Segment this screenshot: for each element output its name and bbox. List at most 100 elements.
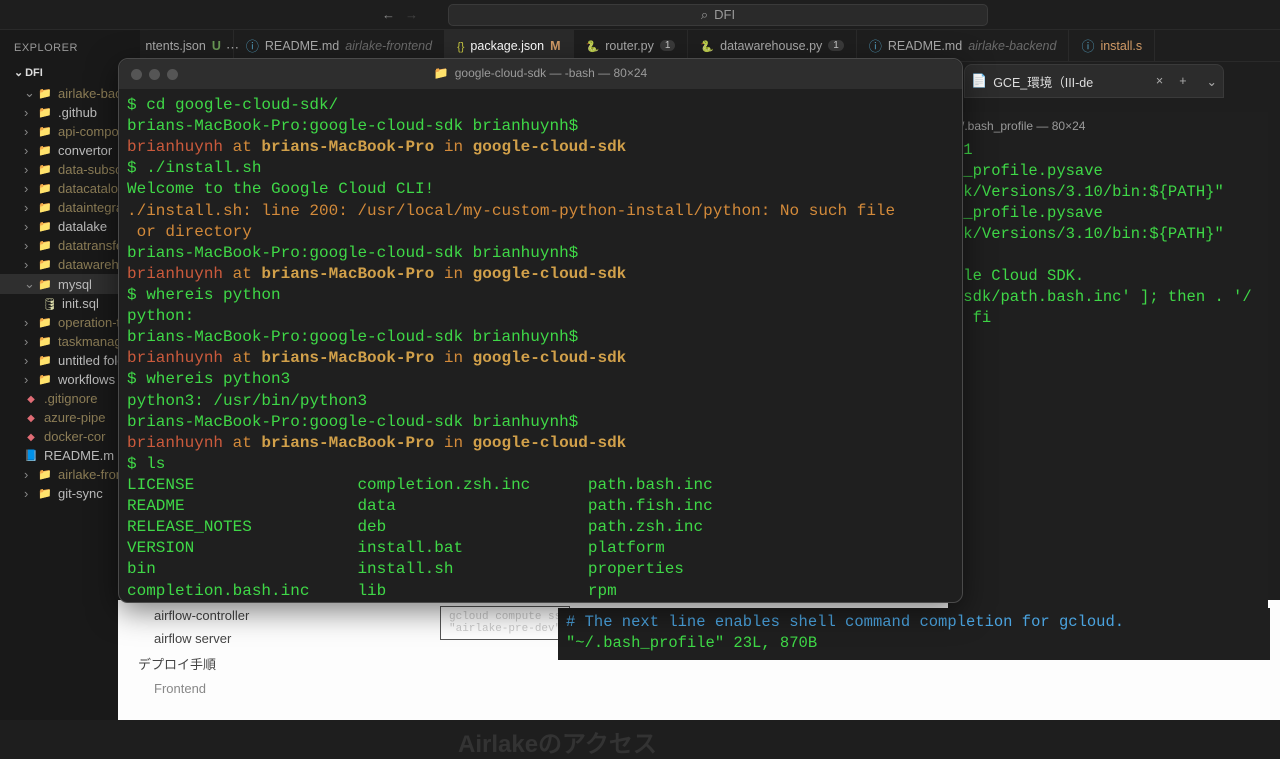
terminal-snippet: # The next line enables shell command co… <box>558 608 1270 660</box>
tree-label: untitled fold <box>58 353 125 368</box>
editor-tab[interactable]: install.s <box>1069 30 1155 61</box>
tree-label: git-sync <box>58 486 103 501</box>
explorer-header: EXPLORER ⋯ <box>0 42 140 54</box>
tree-label: docker-cor <box>44 429 105 444</box>
folder-icon <box>38 354 52 367</box>
editor-tab[interactable]: README.md airlake-backend <box>857 30 1070 61</box>
command-center[interactable]: ⌕ DFI <box>448 4 988 26</box>
tree-label: azure-pipe <box>44 410 105 425</box>
browser-tab[interactable]: GCE_環境（III-de × + ⌄ <box>964 64 1224 98</box>
gdoc-icon <box>971 73 987 89</box>
folder-icon <box>38 163 52 176</box>
editor-tab[interactable]: datawarehouse.py1 <box>688 30 856 61</box>
terminal-bash-profile[interactable]: ~/.bash_profile — 80×24 =1n_profile.pysa… <box>948 112 1268 612</box>
doc-icon <box>24 449 38 462</box>
tabs-list-icon[interactable]: ⌄ <box>1207 74 1217 89</box>
terminal-titlebar: 📁 google-cloud-sdk — -bash — 80×24 <box>119 59 962 89</box>
terminal-line: brians-MacBook-Pro:google-cloud-sdk bria… <box>127 327 954 348</box>
terminal-line: " <box>954 245 1268 266</box>
tree-label: dataintegra <box>58 200 123 215</box>
tree-label: .github <box>58 105 97 120</box>
terminal-line: bin install.sh properties <box>127 559 954 580</box>
tree-label: airlake-front <box>58 467 127 482</box>
folder-icon <box>38 335 52 348</box>
folder-icon <box>38 258 52 271</box>
tab-label: install.s <box>1100 39 1142 53</box>
terminal-title-text: google-cloud-sdk — -bash — 80×24 <box>455 66 647 82</box>
editor-tab[interactable]: README.md airlake-frontend <box>234 30 445 61</box>
terminal-line: brianhuynh at brians-MacBook-Pro in goog… <box>127 264 954 285</box>
terminal-line: $ cd google-cloud-sdk/ <box>127 95 954 116</box>
terminal-line: =1 <box>954 140 1268 161</box>
terminal-line: or directory <box>127 222 954 243</box>
folder-icon <box>38 468 52 481</box>
tabs-overflow-icon[interactable]: ⋯ <box>226 40 239 56</box>
doc-heading: Airlakeのアクセス <box>458 724 1260 759</box>
terminal-line: ./install.sh: line 200: /usr/local/my-cu… <box>127 201 954 222</box>
editor-tab[interactable]: package.jsonM <box>445 30 573 61</box>
close-icon[interactable]: × <box>1152 74 1167 88</box>
js-icon <box>457 39 464 53</box>
folder-icon <box>38 125 52 138</box>
tree-label: datacatalog <box>58 181 125 196</box>
terminal-line: rk/Versions/3.10/bin:${PATH}" <box>954 182 1268 203</box>
folder-icon <box>38 373 52 386</box>
tree-label: init.sql <box>62 296 99 311</box>
tree-label: convertor <box>58 143 112 158</box>
nav-forward-icon[interactable]: → <box>405 7 418 22</box>
folder-icon <box>38 201 52 214</box>
tab-status: 1 <box>660 40 676 51</box>
terminal-line: README data path.fish.inc <box>127 496 954 517</box>
explorer-title: EXPLORER <box>14 42 78 54</box>
tree-label: data-subsc <box>58 162 122 177</box>
terminal-line: $ ls <box>127 454 954 475</box>
browser-tab-title: GCE_環境（III-de <box>993 72 1093 91</box>
search-text: DFI <box>714 7 735 22</box>
editor-tab[interactable]: router.py 1 <box>574 30 689 61</box>
terminal-line: -sdk/path.bash.inc' ]; then . '/ <box>954 287 1268 308</box>
folder-icon <box>38 182 52 195</box>
terminal-window[interactable]: 📁 google-cloud-sdk — -bash — 80×24 $ cd … <box>118 58 963 603</box>
terminal-line: rk/Versions/3.10/bin:${PATH}" <box>954 224 1268 245</box>
terminal-line: $ whereis python <box>127 285 954 306</box>
titlebar: ← → ⌕ DFI <box>0 0 1280 30</box>
nav-back-icon[interactable]: ← <box>382 7 395 22</box>
folder-icon: 📁 <box>434 66 449 82</box>
terminal-line: gle Cloud SDK. <box>954 266 1268 287</box>
terminal-line: RELEASE_NOTES deb path.zsh.inc <box>127 517 954 538</box>
folder-icon <box>38 106 52 119</box>
tab-label: datawarehouse.py <box>720 39 822 53</box>
terminal-body[interactable]: $ cd google-cloud-sdk/brians-MacBook-Pro… <box>119 89 962 603</box>
tree-label: datatransfe <box>58 238 123 253</box>
tree-label: README.m <box>44 448 114 463</box>
terminal-line: python3: /usr/bin/python3 <box>127 391 954 412</box>
tab-status: M <box>550 39 560 53</box>
doc-code-box: gcloud compute ss "airlake-pre-dev" <box>440 606 570 640</box>
terminal-line: n_profile.pysave <box>954 161 1268 182</box>
git-icon <box>24 431 38 443</box>
git-icon <box>24 412 38 424</box>
tab-subpath: airlake-backend <box>968 39 1056 53</box>
new-tab-icon[interactable]: + <box>1173 74 1192 88</box>
file-icon <box>1081 36 1094 55</box>
terminal-line: $ whereis python3 <box>127 369 954 390</box>
tab-subpath: airlake-frontend <box>345 39 432 53</box>
doc-outline-item[interactable]: Frontend <box>154 677 1260 700</box>
terminal-line: brianhuynh at brians-MacBook-Pro in goog… <box>127 433 954 454</box>
tab-label: router.py <box>605 39 654 53</box>
terminal-line: fi <box>954 308 1268 329</box>
sql-icon <box>42 297 56 311</box>
tab-label: README.md <box>265 39 339 53</box>
search-icon: ⌕ <box>701 7 708 23</box>
tree-label: mysql <box>58 277 92 292</box>
tab-label: ntents.json <box>145 39 205 53</box>
tree-label: datawareho <box>58 257 126 272</box>
terminal-line: brians-MacBook-Pro:google-cloud-sdk bria… <box>127 116 954 137</box>
folder-icon <box>38 316 52 329</box>
tree-label: .gitignore <box>44 391 97 406</box>
traffic-lights[interactable] <box>131 69 178 80</box>
tab-label: README.md <box>888 39 962 53</box>
info-icon <box>246 36 259 55</box>
folder-icon <box>38 278 52 291</box>
py-icon <box>586 39 600 53</box>
